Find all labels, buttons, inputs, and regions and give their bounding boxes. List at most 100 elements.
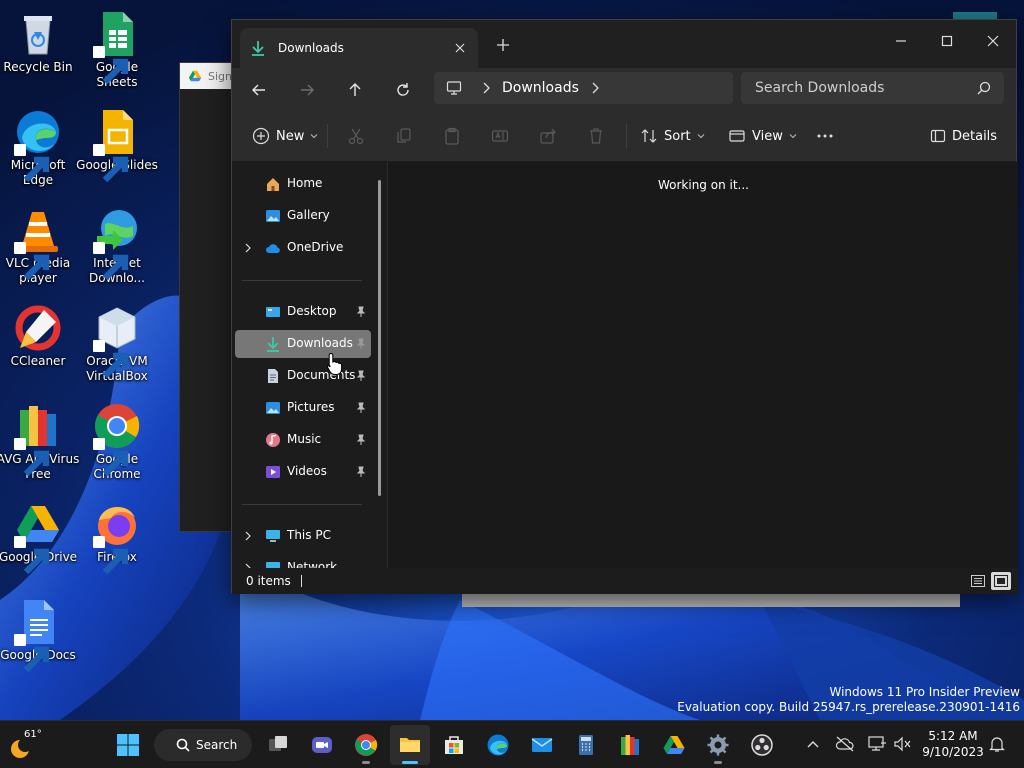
nav-item-downloads[interactable]: Downloads [235, 330, 371, 358]
google-sheets-desktop-icon[interactable]: Google Sheets [75, 10, 159, 90]
mail-taskbar-button[interactable] [522, 725, 562, 765]
pin-icon[interactable] [355, 466, 367, 478]
folder-icon [400, 738, 420, 752]
maximize-button[interactable] [924, 26, 970, 56]
network-icon [266, 562, 280, 568]
nav-item-this-pc[interactable]: This PC [235, 522, 371, 550]
chevron-right-icon[interactable] [243, 242, 253, 254]
edge-taskbar-button[interactable] [478, 725, 518, 765]
nav-item-music[interactable]: Music [235, 426, 371, 454]
pin-icon[interactable] [355, 370, 367, 382]
rename-button[interactable] [491, 121, 509, 151]
teams-taskbar-button[interactable] [302, 725, 342, 765]
forward-button[interactable] [292, 76, 322, 104]
firefox-desktop-icon[interactable]: Firefox [75, 500, 159, 575]
google-docs-desktop-icon[interactable]: Google Docs [0, 598, 80, 673]
chrome-taskbar-button[interactable] [346, 725, 386, 765]
nav-item-pictures[interactable]: Pictures [235, 394, 371, 422]
nav-item-home[interactable]: Home [235, 170, 371, 198]
background-browser-window[interactable]: Sign [179, 62, 239, 532]
paste-button[interactable] [443, 121, 461, 151]
calculator-taskbar-button[interactable] [566, 725, 606, 765]
avg-icon [621, 735, 639, 755]
status-bar: 0 items [232, 568, 1018, 594]
tab-downloads[interactable]: Downloads [240, 28, 478, 68]
microsoft-edge-desktop-icon[interactable]: Microsoft Edge [0, 108, 80, 188]
onedrive-tray-icon-button[interactable] [834, 733, 856, 755]
file-list-area[interactable]: Working on it... [389, 162, 1018, 568]
breadcrumb[interactable]: Downloads [434, 72, 733, 104]
internet-download-manager-desktop-icon[interactable]: Internet Downlo... [75, 206, 159, 286]
nav-item-gallery[interactable]: Gallery [235, 202, 371, 230]
show-hidden-icons-button[interactable] [802, 733, 824, 755]
search-input[interactable] [741, 72, 1004, 104]
vlc-desktop-icon[interactable]: VLC media player [0, 206, 80, 286]
volume-tray-button[interactable] [892, 733, 914, 755]
details-view-button[interactable] [968, 572, 988, 590]
pin-icon[interactable] [355, 402, 367, 414]
recycle-bin-desktop-icon[interactable]: Recycle Bin [0, 10, 80, 75]
address-row: Downloads [232, 68, 1016, 108]
large-icons-view-button[interactable] [991, 572, 1011, 590]
mail-icon [531, 738, 553, 752]
google-drive-desktop-icon[interactable]: Google Drive [0, 500, 80, 575]
avg-taskbar-button[interactable] [610, 725, 650, 765]
virtualbox-desktop-icon[interactable]: Oracle VM VirtualBox [75, 304, 159, 384]
new-button[interactable]: New [252, 121, 318, 151]
music-icon [266, 433, 280, 447]
breadcrumb-item-downloads[interactable]: Downloads [502, 80, 579, 96]
close-tab-icon[interactable] [452, 40, 468, 56]
pin-icon[interactable] [355, 306, 367, 318]
ccleaner-desktop-icon[interactable]: CCleaner [0, 304, 80, 369]
cloud-icon [266, 244, 280, 253]
navigation-pane[interactable]: Home Gallery OneDrive Desktop Downloads [232, 162, 388, 568]
minimize-button[interactable] [878, 26, 924, 56]
obs-taskbar-button[interactable] [742, 725, 782, 765]
weather-widget[interactable]: 61° [8, 727, 48, 763]
details-pane-button[interactable]: Details [930, 121, 997, 151]
task-view-button[interactable] [258, 725, 298, 765]
chevron-right-icon[interactable] [478, 80, 494, 96]
share-button[interactable] [539, 121, 557, 151]
file-explorer-window[interactable]: Downloads Downloads New [231, 19, 1018, 594]
nav-item-onedrive[interactable]: OneDrive [235, 234, 371, 262]
google-slides-desktop-icon[interactable]: Google Slides [75, 108, 159, 183]
search-icon[interactable] [977, 81, 991, 95]
start-button[interactable] [108, 725, 148, 765]
copy-button[interactable] [395, 121, 413, 151]
close-window-button[interactable] [970, 26, 1016, 56]
system-clock[interactable]: 5:12 AM 9/10/2023 [922, 728, 984, 760]
arrow-left-icon [252, 84, 265, 96]
see-more-button[interactable] [816, 121, 834, 151]
background-browser-tab[interactable]: Sign [180, 63, 238, 89]
store-taskbar-button[interactable] [434, 725, 474, 765]
google-chrome-desktop-icon[interactable]: Google Chrome [75, 402, 159, 482]
back-button[interactable] [244, 76, 274, 104]
file-explorer-taskbar-button[interactable] [390, 725, 430, 765]
chevron-down-icon [789, 134, 797, 139]
nav-pane-scrollbar[interactable] [378, 180, 381, 496]
new-tab-button[interactable] [494, 36, 512, 54]
nav-item-documents[interactable]: Documents [235, 362, 371, 390]
avg-antivirus-desktop-icon[interactable]: AVG AntiVirus Free [0, 402, 80, 482]
chevron-right-icon[interactable] [243, 530, 253, 542]
title-bar[interactable]: Downloads [232, 20, 1016, 68]
network-tray-button[interactable] [866, 733, 888, 755]
settings-taskbar-button[interactable] [698, 725, 738, 765]
pin-icon[interactable] [355, 434, 367, 446]
view-button[interactable]: View [728, 121, 797, 151]
google-drive-taskbar-button[interactable] [654, 725, 694, 765]
nav-item-videos[interactable]: Videos [235, 458, 371, 486]
nav-item-network[interactable]: Network [235, 554, 371, 568]
cut-button[interactable] [347, 121, 365, 151]
refresh-button[interactable] [388, 76, 418, 104]
arrow-up-icon [349, 83, 361, 96]
chevron-right-icon[interactable] [587, 80, 603, 96]
nav-item-desktop[interactable]: Desktop [235, 298, 371, 326]
taskbar-search-button[interactable]: Search [154, 729, 252, 761]
delete-button[interactable] [587, 121, 605, 151]
pin-icon[interactable] [355, 338, 367, 350]
notifications-button[interactable] [986, 733, 1008, 755]
sort-button[interactable]: Sort [640, 121, 705, 151]
up-button[interactable] [340, 76, 370, 104]
